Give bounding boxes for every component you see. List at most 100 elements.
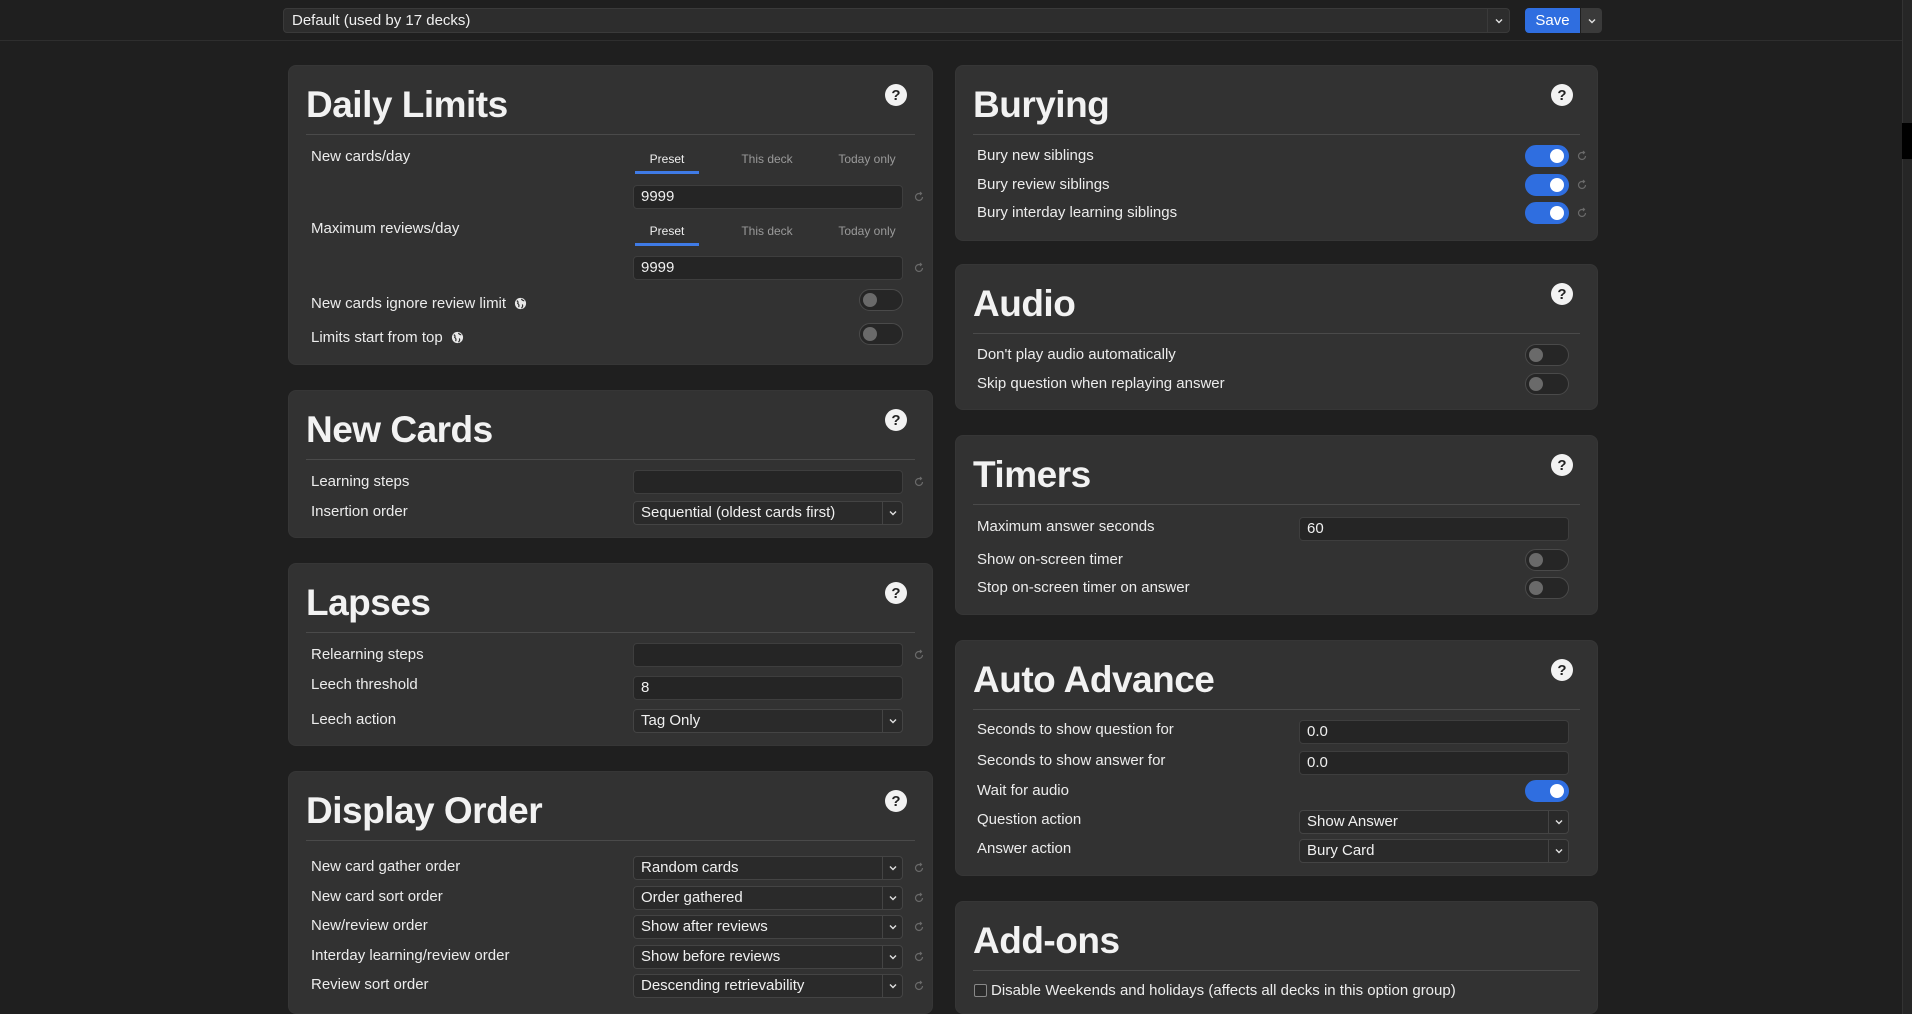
toggle-knob [1529,581,1543,595]
toggle-knob [863,327,877,341]
revert-arrow-icon[interactable] [913,980,925,992]
answer-action-select[interactable]: Bury Card [1299,839,1569,863]
revert-arrow-icon[interactable] [913,921,925,933]
new-cards-per-day-input[interactable]: 9999 [633,185,903,209]
help-icon[interactable]: ? [1551,454,1573,476]
revert-arrow-icon[interactable] [913,892,925,904]
audio-card: Audio ? Don't play audio automatically Sk… [955,264,1598,410]
chevron-down-icon[interactable] [1548,811,1568,833]
audio-row-label: Skip question when replaying answer [977,374,1225,392]
divider [973,709,1580,710]
chevron-down-icon[interactable] [1487,9,1509,32]
ignore-review-limit-toggle[interactable] [859,289,903,311]
leech-threshold-label: Leech threshold [311,676,418,693]
revert-arrow-icon[interactable] [913,862,925,874]
lapses-card: Lapses ? Relearning steps Leech threshol… [288,563,933,746]
scrollbar-thumb[interactable] [1902,123,1912,159]
stop-timer-label: Stop on-screen timer on answer [977,579,1190,596]
help-icon[interactable]: ? [1551,659,1573,681]
leech-action-select[interactable]: Tag Only [633,709,903,733]
burying-toggle[interactable] [1525,145,1569,167]
chevron-down-icon[interactable] [882,886,902,909]
chevron-down-icon[interactable] [882,945,902,968]
question-seconds-input[interactable]: 0.0 [1299,720,1569,744]
wait-audio-label: Wait for audio [977,782,1069,799]
ignore-review-limit-row: New cards ignore review limit [311,295,527,312]
leech-threshold-input[interactable]: 8 [633,676,903,700]
save-button[interactable]: Save [1525,8,1580,33]
chevron-down-icon[interactable] [1548,840,1568,862]
revert-arrow-icon[interactable] [1576,207,1588,219]
display-order-row-label: New/review order [311,917,428,934]
toggle-knob [863,293,877,307]
divider [306,134,915,135]
question-action-select[interactable]: Show Answer [1299,810,1569,834]
chevron-down-icon[interactable] [882,710,902,732]
wait-audio-toggle[interactable] [1525,780,1569,802]
help-icon[interactable]: ? [885,582,907,604]
insertion-order-select[interactable]: Sequential (oldest cards first) [633,501,903,525]
help-icon[interactable]: ? [885,84,907,106]
max-reviews-per-day-input[interactable]: 9999 [633,256,903,280]
burying-toggle[interactable] [1525,202,1569,224]
leech-action-label: Leech action [311,711,397,728]
new-cards-scope-tabs: Preset This deck Today only [635,152,935,174]
revert-arrow-icon[interactable] [913,951,925,963]
chevron-down-icon[interactable] [882,975,902,997]
chevron-down-icon[interactable] [882,857,902,879]
display-order-card: Display Order ? New card gather order Ran… [288,771,933,1014]
revert-arrow-icon[interactable] [1576,179,1588,191]
show-timer-toggle[interactable] [1525,549,1569,571]
stop-timer-toggle[interactable] [1525,577,1569,599]
display-order-select[interactable]: Order gathered [633,885,903,910]
chevron-down-icon[interactable] [882,916,902,938]
burying-row-label: Bury new siblings [977,147,1094,164]
display-order-select[interactable]: Show after reviews [633,915,903,939]
burying-title: Burying [973,84,1110,125]
help-icon[interactable]: ? [1551,283,1573,305]
display-order-select[interactable]: Descending retrievability [633,974,903,998]
audio-toggle[interactable] [1525,344,1569,366]
tab-today-only[interactable]: Today only [835,152,899,174]
burying-card: Burying ? Bury new siblings Bury review s… [955,65,1598,241]
display-order-select-value: Show before reviews [641,947,781,965]
revert-arrow-icon[interactable] [913,262,925,274]
burying-toggle[interactable] [1525,173,1569,196]
addons-card: Add-ons Disable Weekends and holidays (a… [955,901,1598,1014]
insertion-order-label: Insertion order [311,503,408,520]
max-answer-seconds-input[interactable]: 60 [1299,517,1569,541]
auto-advance-title: Auto Advance [973,659,1215,700]
tab-this-deck[interactable]: This deck [735,152,799,174]
revert-arrow-icon[interactable] [913,191,925,203]
audio-toggle[interactable] [1525,372,1569,395]
revert-arrow-icon[interactable] [913,476,925,488]
save-options-chevron-icon[interactable] [1581,8,1602,33]
new-cards-card: New Cards ? Learning steps Insertion ord… [288,390,933,538]
tab-this-deck[interactable]: This deck [735,224,799,246]
tab-preset[interactable]: Preset [635,152,699,174]
preset-select[interactable]: Default (used by 17 decks) [283,8,1510,33]
relearning-steps-input[interactable] [633,643,903,667]
help-icon[interactable]: ? [885,790,907,812]
revert-arrow-icon[interactable] [1576,150,1588,162]
answer-seconds-input[interactable]: 0.0 [1299,751,1569,775]
learning-steps-label: Learning steps [311,473,410,490]
preset-select-value: Default (used by 17 decks) [292,12,471,29]
globe-icon [514,297,527,310]
disable-weekends-checkbox[interactable] [974,984,987,997]
help-icon[interactable]: ? [885,409,907,431]
display-order-select-value: Show after reviews [641,918,768,935]
limits-from-top-toggle[interactable] [859,323,903,345]
display-order-select[interactable]: Show before reviews [633,944,903,969]
max-answer-seconds-label: Maximum answer seconds [977,518,1155,535]
revert-arrow-icon[interactable] [913,649,925,661]
learning-steps-input[interactable] [633,470,903,494]
chevron-down-icon[interactable] [882,502,902,524]
tab-preset[interactable]: Preset [635,224,699,246]
tab-today-only[interactable]: Today only [835,224,899,246]
help-icon[interactable]: ? [1551,84,1573,106]
display-order-select[interactable]: Random cards [633,856,903,880]
globe-icon [451,331,464,344]
scrollbar[interactable] [1902,0,1912,1014]
question-action-label: Question action [977,811,1082,828]
